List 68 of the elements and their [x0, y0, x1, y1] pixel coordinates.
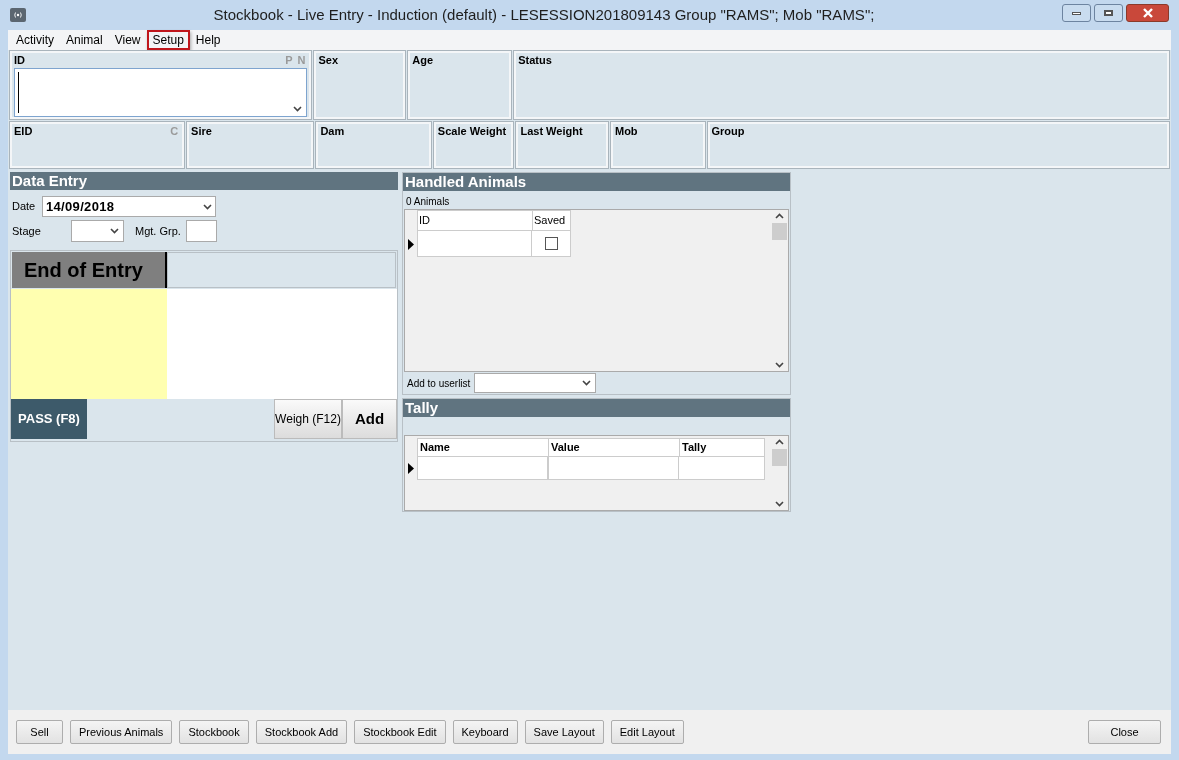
row-pointer-icon [408, 238, 414, 250]
close-icon [1141, 8, 1154, 18]
scrollbar[interactable] [771, 436, 788, 510]
field-label: Age [412, 53, 434, 67]
column-header: Tally [681, 440, 708, 455]
close-button[interactable]: Close [1088, 720, 1161, 744]
field-label: Mgt. Grp. [135, 223, 182, 239]
window-title: Stockbook - Live Entry - Induction (default) - LESESSION201809143 Group "RAMS"; Mob "RAMS"; [213, 4, 875, 25]
toolbar-button[interactable]: Edit Layout [610, 720, 684, 744]
field-label: Mob [614, 124, 638, 138]
row-pointer-icon [408, 463, 414, 474]
toolbar-button[interactable]: Stockbook [179, 720, 249, 744]
add-button[interactable]: Add [342, 399, 397, 439]
weigh-button[interactable]: Weigh (F12) [274, 399, 342, 439]
field-label: Sex [318, 53, 339, 67]
mgt-group-field[interactable] [186, 220, 217, 242]
panel-header: Tally [403, 399, 790, 417]
flag-letter: C [170, 124, 179, 138]
field-label: EID [14, 124, 33, 138]
maximize-button[interactable] [1094, 4, 1123, 22]
menu-item[interactable]: Setup [146, 30, 190, 50]
column-header: Value [549, 439, 680, 456]
toolbar-button[interactable]: Previous Animals [70, 720, 173, 744]
scroll-up-icon[interactable] [775, 213, 784, 219]
scrollbar[interactable] [771, 210, 788, 371]
scroll-thumb[interactable] [772, 223, 787, 240]
scroll-up-icon[interactable] [775, 439, 784, 445]
field-label: Status [518, 53, 552, 67]
pass-button[interactable]: PASS (F8) [11, 399, 87, 439]
app-icon [10, 8, 26, 22]
column-header: Saved [533, 213, 567, 228]
menu-item[interactable]: Help [189, 30, 227, 50]
field-label: Scale Weight [437, 124, 507, 138]
field-label: Sire [191, 124, 212, 138]
flag-letter: P [285, 53, 293, 67]
animal-count: 0 Animals [405, 195, 451, 209]
field-label: Last Weight [520, 124, 583, 138]
field-label: Group [711, 124, 745, 138]
column-header: Name [418, 439, 549, 456]
scroll-down-icon[interactable] [775, 362, 784, 368]
panel-header: Handled Animals [403, 173, 790, 191]
field-label: Dam [320, 124, 345, 138]
id-input-field[interactable] [14, 68, 308, 117]
field-label: ID [14, 53, 25, 67]
stage-dropdown[interactable] [71, 220, 124, 242]
scroll-thumb[interactable] [772, 449, 787, 466]
menu-item[interactable]: Activity [10, 30, 60, 50]
entry-input-area[interactable] [11, 289, 167, 399]
menu-item[interactable]: Animal [60, 30, 109, 50]
field-label: Add to userlist [406, 376, 472, 391]
entry-title: End of Entry [12, 252, 167, 288]
menu-item[interactable]: View [108, 30, 147, 50]
scroll-down-icon[interactable] [775, 501, 784, 507]
toolbar-button[interactable]: Save Layout [524, 720, 604, 744]
close-window-button[interactable] [1126, 4, 1169, 22]
toolbar-button[interactable]: Stockbook Add [255, 720, 348, 744]
toolbar-button[interactable]: Stockbook Edit [354, 720, 446, 744]
field-label: Date [12, 199, 37, 215]
panel-header: Data Entry [10, 172, 398, 190]
toolbar-button[interactable]: Sell [16, 720, 63, 744]
flag-letter: N [297, 53, 306, 67]
saved-checkbox[interactable] [544, 237, 558, 250]
date-dropdown[interactable]: 14/09/2018 [42, 196, 216, 217]
minimize-button[interactable] [1062, 4, 1091, 22]
column-header: ID [418, 211, 533, 230]
userlist-dropdown[interactable] [474, 373, 597, 393]
toolbar-button[interactable]: Keyboard [452, 720, 518, 744]
field-label: Stage [12, 223, 42, 239]
